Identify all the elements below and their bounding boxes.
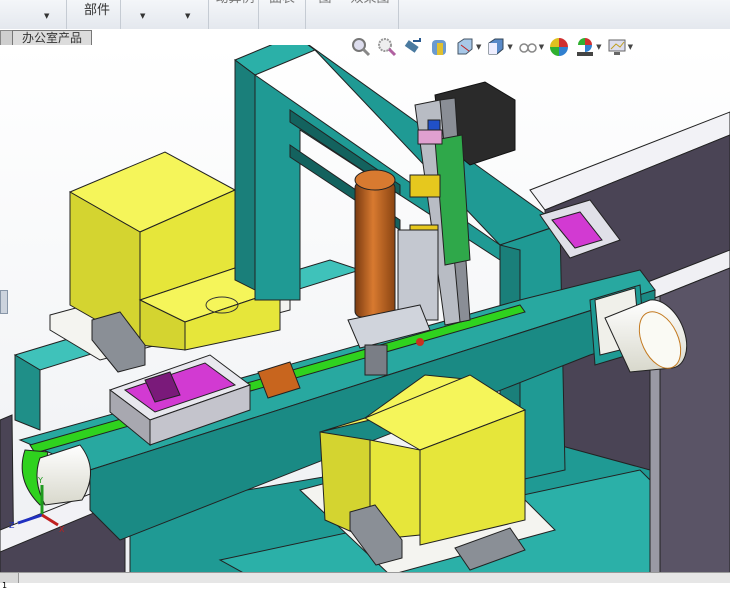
triad-x-label: X [59, 525, 65, 534]
display-style-icon[interactable] [485, 36, 507, 58]
dropdown-caret[interactable]: ▼ [628, 43, 633, 51]
divider [120, 0, 121, 29]
divider [258, 0, 259, 29]
ribbon-button-partial[interactable] [0, 0, 10, 29]
dropdown-caret[interactable]: ▼ [596, 43, 601, 51]
view-settings-icon[interactable] [606, 36, 628, 58]
status-bar: 1 [0, 572, 730, 590]
divider [66, 0, 67, 29]
dropdown-caret[interactable]: ▼ [185, 12, 190, 20]
chart-button[interactable]: 曲表 [262, 0, 302, 21]
panel-expand-handle[interactable] [0, 290, 8, 314]
section-view-icon[interactable] [428, 36, 450, 58]
view-orientation-icon[interactable] [454, 36, 476, 58]
edit-appearance-icon[interactable] [548, 36, 570, 58]
render-button[interactable]: 效果图 [345, 0, 395, 21]
study-button[interactable]: 动算例 [212, 0, 258, 21]
hide-show-items-icon[interactable] [517, 36, 539, 58]
heads-up-view-toolbar: ▼ ▼ ▼ ▼ ▼ [350, 35, 633, 59]
assembly-button-label: 部件 [83, 3, 110, 18]
dropdown-caret[interactable]: ▼ [476, 43, 481, 51]
zoom-to-area-icon[interactable] [376, 36, 398, 58]
divider [305, 0, 306, 29]
previous-view-icon[interactable] [402, 36, 424, 58]
dropdown-caret[interactable]: ▼ [507, 43, 512, 51]
dropdown-caret[interactable]: ▼ [539, 43, 544, 51]
apply-scene-icon[interactable] [574, 36, 596, 58]
divider [398, 0, 399, 29]
zoom-to-fit-icon[interactable] [350, 36, 372, 58]
status-cell-text: 1 [2, 581, 8, 590]
triad-y-label: Y [37, 476, 43, 485]
graphics-area[interactable]: Y Z X [0, 45, 730, 572]
divider [208, 0, 209, 29]
document-tab[interactable]: 办公室产品 [12, 30, 92, 46]
drawing-button[interactable]: 图 [310, 0, 340, 21]
dropdown-caret[interactable]: ▼ [140, 12, 145, 20]
dropdown-caret[interactable]: ▼ [44, 12, 49, 20]
command-manager-ribbon: ▼ 部件 ▼ ▼ 动算例 曲表 图 效果图 [0, 0, 730, 30]
triad-z-label: Z [9, 521, 15, 530]
